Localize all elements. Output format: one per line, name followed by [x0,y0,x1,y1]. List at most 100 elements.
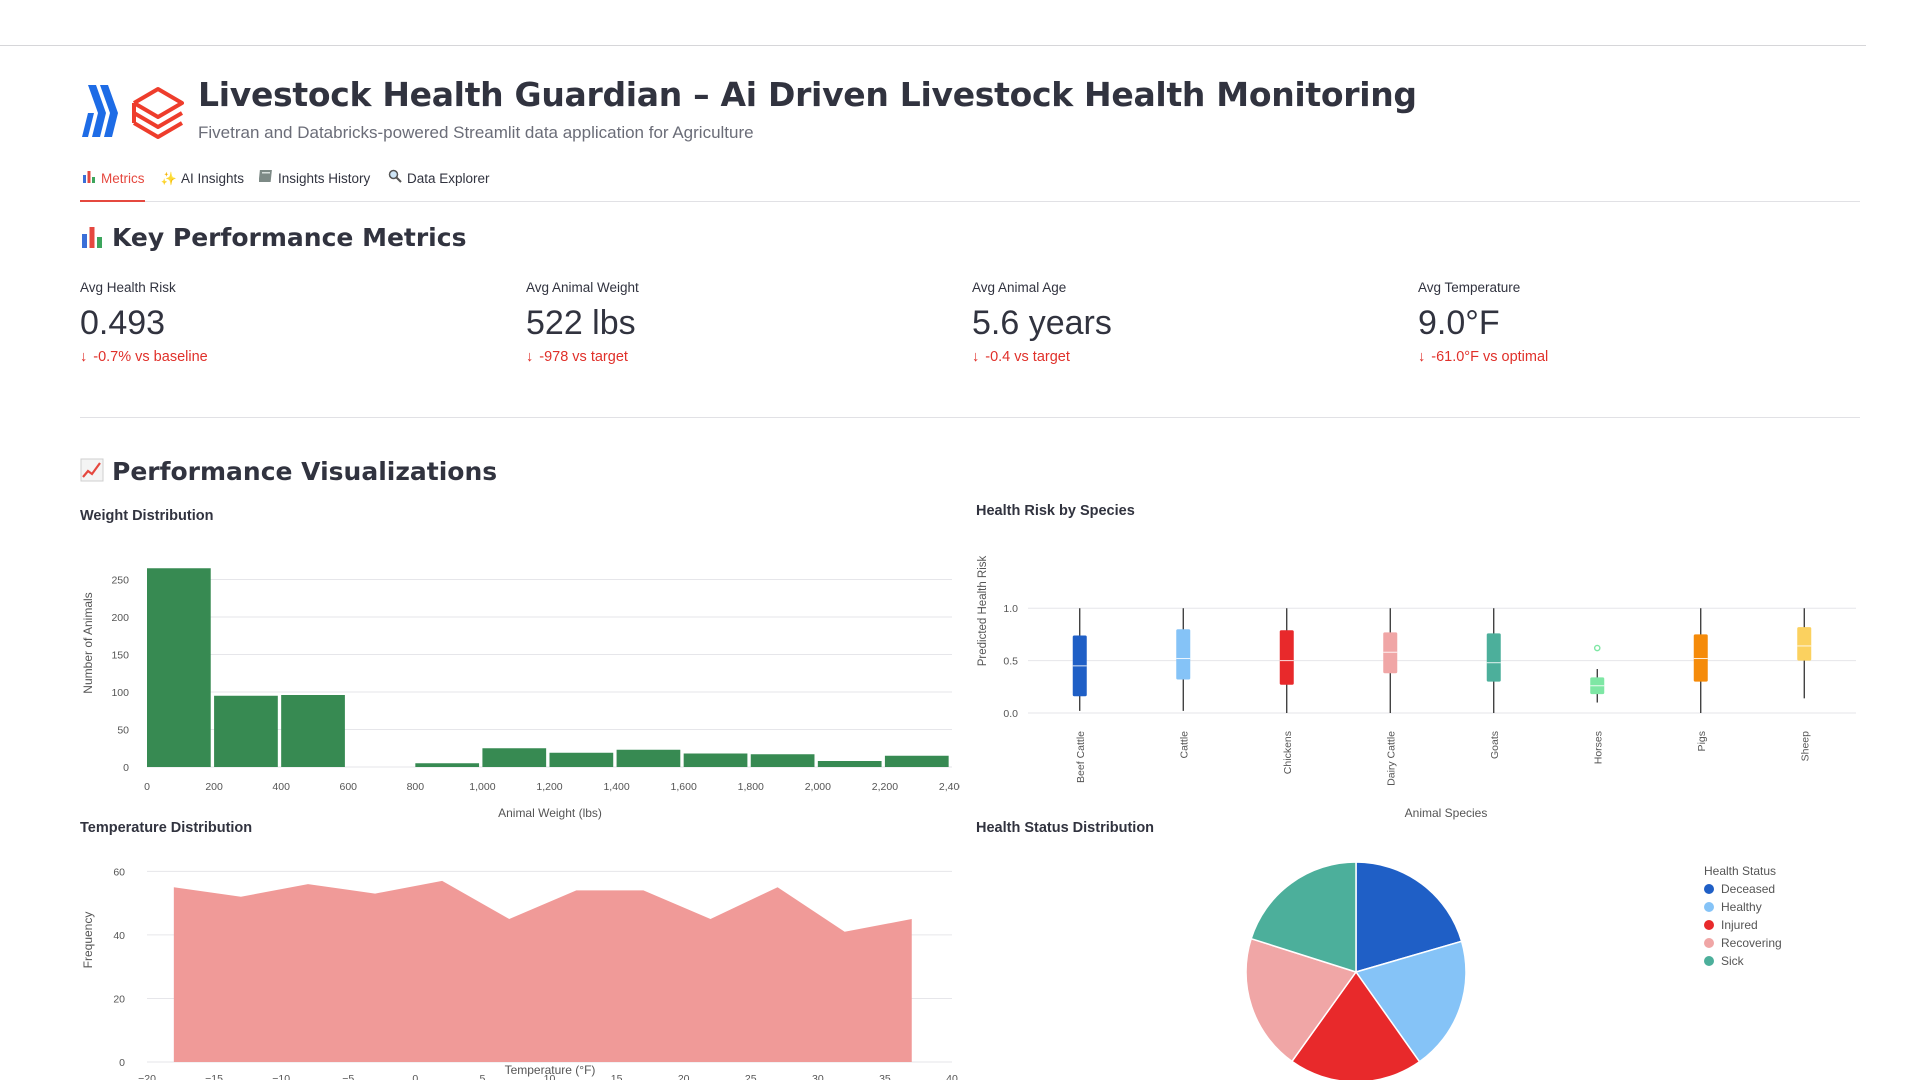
metric-avg-animal-age: Avg Animal Age 5.6 years ↓ -0.4 vs target [972,280,1392,365]
metric-value: 0.493 [80,304,166,342]
x-tick-label: 0 [412,1073,418,1080]
tab-label: Data Explorer [407,171,490,186]
x-tick-label: Cattle [1178,731,1190,759]
notebook-icon [257,167,275,191]
histogram-bar [482,748,547,767]
arrow-down-icon: ↓ [972,349,980,365]
y-tick-label: 20 [113,993,125,1005]
metric-avg-animal-weight: Avg Animal Weight 522 lbs ↓ -978 vs targe… [526,280,946,365]
metric-delta: ↓ -0.4 vs target [972,349,1070,365]
histogram-bar [750,754,815,767]
chart-title: Health Status Distribution [976,820,1155,836]
box-iqr [1176,629,1191,680]
y-tick-label: 60 [113,866,125,878]
y-axis-label: Number of Animals [81,592,95,693]
arrow-down-icon: ↓ [80,349,88,365]
metric-avg-temperature: Avg Temperature 9.0°F ↓ -61.0°F vs optima… [1418,280,1838,365]
y-tick-label: 0 [123,762,129,774]
y-tick-label: 0 [119,1057,125,1069]
legend-swatch [1704,902,1714,912]
fivetran-logo-icon [82,85,118,137]
x-tick-label: 1,400 [603,781,629,793]
histogram-bar [683,753,748,767]
temperature-distribution-chart: −20 −15 −10 −5 0 5 10 15 20 25 30 35 40 0204060 Temp… [81,866,958,1080]
x-tick-label: Horses [1592,731,1604,764]
x-tick-label: Pigs [1696,731,1708,751]
x-tick-label: Dairy Cattle [1385,731,1397,786]
chart-title: Health Risk by Species [976,503,1135,519]
box-iqr [1383,632,1398,674]
tab-insights-history[interactable]: Insights History [257,167,370,200]
x-tick-label: 600 [339,781,357,793]
magnifier-icon [386,167,404,191]
page-title: Livestock Health Guardian – Ai Driven Li… [198,75,1417,114]
tab-data-explorer[interactable]: Data Explorer [386,167,490,200]
tab-label: Metrics [101,171,145,186]
arrow-down-icon: ↓ [526,349,534,365]
x-tick-label: 1,200 [536,781,562,793]
y-tick-label: 0.5 [1003,656,1018,668]
legend-label: Deceased [1721,882,1775,896]
weight-distribution-chart: 0 200 400 600 800 1,000 1,200 1,400 1,600 1,800 2,… [81,568,960,820]
viz-section-title: Performance Visualizations [80,457,497,488]
metric-delta: ↓ -978 vs target [526,349,628,365]
x-tick-label: 400 [272,781,290,793]
area-series [173,880,912,1062]
histogram-bar [549,752,614,767]
page-header: Livestock Health Guardian – Ai Driven Li… [80,75,1860,155]
legend-swatch [1704,884,1714,894]
y-tick-label: 40 [113,930,125,942]
metric-delta: ↓ -61.0°F vs optimal [1418,349,1549,365]
y-tick-label: 100 [111,687,129,699]
x-axis-label: Animal Weight (lbs) [498,806,602,820]
page-subtitle: Fivetran and Databricks-powered Streamli… [198,123,754,142]
health-risk-box-chart: Beef Cattle Cattle Chickens Dairy Cattle Goa… [977,555,1856,820]
tab-metrics[interactable]: Metrics [80,167,145,202]
chart-title: Weight Distribution [80,508,214,524]
x-tick-label: −15 [205,1073,223,1080]
metric-label: Avg Animal Weight [526,280,639,295]
kpi-section-title: Key Performance Metrics [80,223,466,254]
bar-chart-icon [80,167,98,191]
x-tick-label: 1,800 [738,781,764,793]
chart-title: Temperature Distribution [80,820,253,836]
x-tick-label: 2,200 [872,781,898,793]
legend-title: Health Status [1704,864,1776,878]
x-tick-label: 2,000 [805,781,831,793]
y-tick-label: 250 [111,575,129,587]
box-outlier [1593,644,1601,652]
x-tick-label: Beef Cattle [1075,731,1087,783]
box-iqr [1797,627,1812,661]
tab-bar: Metrics ✨ AI Insights Insights History Da… [80,167,1860,202]
metric-delta: ↓ -0.7% vs baseline [80,349,208,365]
sparkles-icon: ✨ [160,171,178,186]
app-top-bar [0,0,1866,46]
legend-swatch [1704,938,1714,948]
box-iqr [1486,633,1501,682]
metric-avg-health-risk: Avg Health Risk 0.493 ↓ -0.7% vs baseline [80,280,500,365]
y-axis-label: Frequency [81,912,95,969]
x-tick-label: 1,000 [469,781,495,793]
legend-swatch [1704,956,1714,966]
histogram-bar [214,695,278,767]
metric-value: 9.0°F [1418,304,1500,342]
x-axis-label: Temperature (°F) [505,1063,596,1077]
box-iqr [1279,630,1294,685]
histogram-bar [415,763,480,767]
legend-label: Healthy [1721,900,1762,914]
x-tick-label: Chickens [1282,731,1294,774]
x-tick-label: 20 [678,1073,690,1080]
histogram-bar [147,568,211,767]
y-tick-label: 1.0 [1003,603,1018,615]
y-axis-label: Predicted Health Risk [977,555,989,666]
line-chart-icon [80,458,104,488]
tab-ai-insights[interactable]: ✨ AI Insights [160,167,244,200]
x-tick-label: 35 [879,1073,891,1080]
metric-label: Avg Temperature [1418,280,1521,295]
databricks-logo-icon [132,87,184,139]
tab-label: Insights History [278,171,371,186]
histogram-bar [616,749,681,767]
x-axis-label: Animal Species [1405,806,1488,820]
x-tick-label: 5 [479,1073,485,1080]
metric-label: Avg Animal Age [972,280,1067,295]
